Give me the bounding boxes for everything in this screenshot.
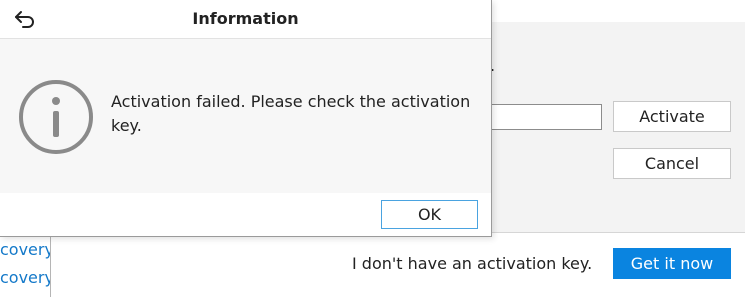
dialog-title-bar: Information — [0, 0, 491, 39]
dialog-message: Activation failed. Please check the acti… — [111, 92, 471, 135]
recovery-link[interactable]: covery — [0, 268, 54, 287]
info-circle-icon — [19, 80, 93, 154]
ok-button[interactable]: OK — [381, 200, 478, 229]
no-key-text: I don't have an activation key. — [352, 254, 593, 273]
activate-button[interactable]: Activate — [613, 101, 731, 132]
get-it-now-button[interactable]: Get it now — [613, 248, 731, 279]
information-dialog: Information Activation failed. Please ch… — [0, 0, 492, 237]
recovery-link[interactable]: covery — [0, 240, 54, 259]
cancel-button[interactable]: Cancel — [613, 148, 731, 179]
dialog-title: Information — [192, 9, 299, 28]
back-arrow-icon[interactable] — [12, 7, 38, 31]
